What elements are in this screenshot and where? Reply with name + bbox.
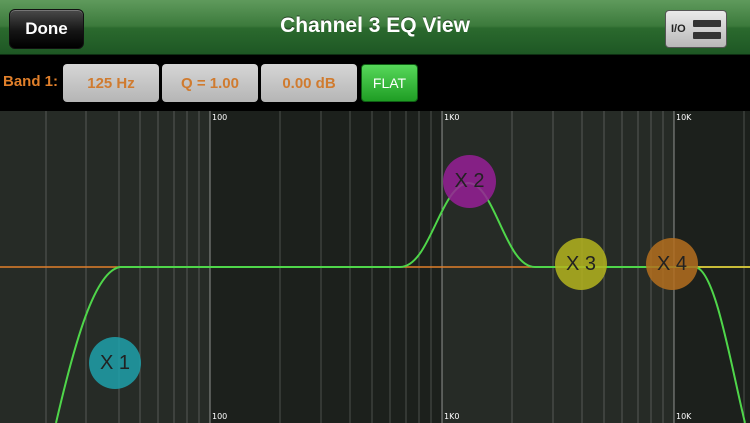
eq-node-2[interactable]: X 2 xyxy=(443,155,496,208)
freq-tick-label: 10K xyxy=(676,113,692,122)
flat-button[interactable]: FLAT xyxy=(361,64,418,102)
eq-node-1[interactable]: X 1 xyxy=(89,337,141,389)
freq-tick-label: 10K xyxy=(676,412,692,421)
io-bars-icon xyxy=(693,19,721,39)
eq-node-3[interactable]: X 3 xyxy=(555,238,607,290)
page-title: Channel 3 EQ View xyxy=(280,14,470,37)
freq-tick-label: 1K0 xyxy=(444,412,460,421)
freq-tick-label: 1K0 xyxy=(444,113,460,122)
eq-node-4[interactable]: X 4 xyxy=(646,238,698,290)
gain-field[interactable]: 0.00 dB xyxy=(261,64,357,102)
io-button[interactable]: I/O xyxy=(665,10,727,48)
band-label: Band 1: xyxy=(3,73,59,90)
io-label: I/O xyxy=(671,23,686,35)
freq-tick-label: 100 xyxy=(212,113,228,122)
band-controls: Band 1: 125 Hz Q = 1.00 0.00 dB FLAT xyxy=(0,55,750,111)
freq-tick-label: 100 xyxy=(212,412,228,421)
q-field[interactable]: Q = 1.00 xyxy=(162,64,258,102)
eq-graph[interactable]: 100 1K0 10K 100 1K0 10K X 1 X 2 X 3 X 4 xyxy=(0,111,750,423)
frequency-field[interactable]: 125 Hz xyxy=(63,64,159,102)
title-bar: Done Channel 3 EQ View I/O xyxy=(0,0,750,55)
